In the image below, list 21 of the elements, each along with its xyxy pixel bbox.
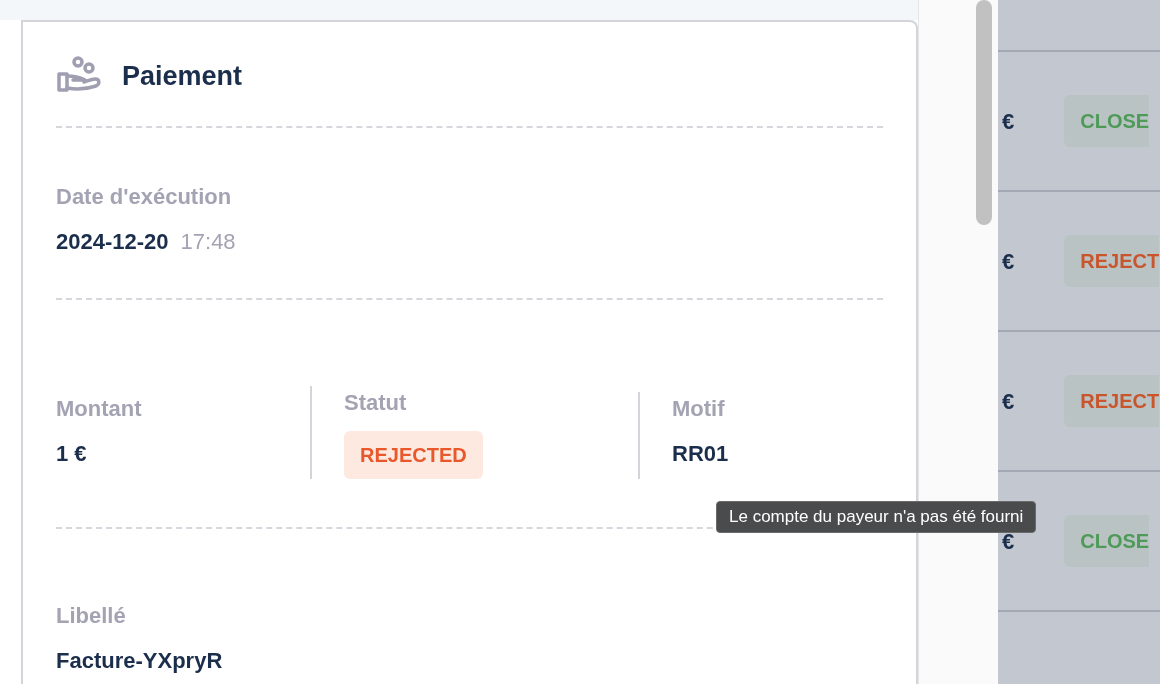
currency-cell-text: € bbox=[1002, 107, 1015, 136]
field-value: RR01 bbox=[672, 440, 729, 468]
field-value: Facture-YXpryR bbox=[56, 647, 224, 675]
field-label: Montant bbox=[56, 395, 143, 423]
currency-cell-text: € bbox=[1002, 247, 1015, 276]
field-label: Statut bbox=[344, 389, 408, 417]
card-title: Paiement bbox=[122, 59, 243, 93]
field-value: 2024-12-20 bbox=[56, 228, 169, 256]
status-badge: CLOSE bbox=[1064, 515, 1150, 567]
status-badge: CLOSE bbox=[1064, 95, 1150, 147]
currency-cell-text: € bbox=[1002, 387, 1015, 416]
status-badge: REJECTED bbox=[344, 431, 483, 479]
field-label: Motif bbox=[672, 395, 726, 423]
status-badge: REJECT bbox=[1064, 235, 1160, 287]
field-label: Date d'exécution bbox=[56, 183, 233, 211]
field-label: Libellé bbox=[56, 602, 127, 630]
scrollbar-thumb[interactable] bbox=[976, 0, 992, 225]
field-value: 1 € bbox=[56, 440, 88, 468]
time-value: 17:48 bbox=[180, 228, 236, 256]
status-badge: REJECT bbox=[1064, 375, 1160, 427]
tooltip: Le compte du payeur n'a pas été fourni bbox=[716, 501, 1037, 533]
